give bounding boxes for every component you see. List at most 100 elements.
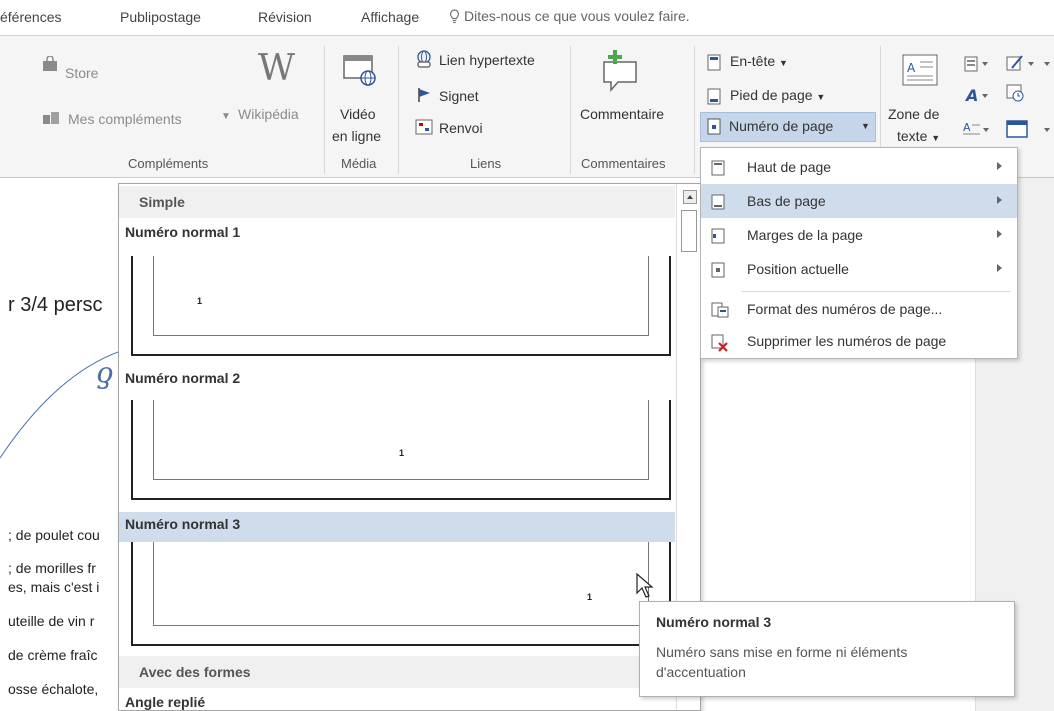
- page-preview-frame: [153, 400, 649, 480]
- gallery-tooltip: Numéro normal 3 Numéro sans mise en form…: [639, 601, 1015, 697]
- page-number-gallery: Simple Numéro normal 1 1 Numéro normal 2…: [118, 183, 701, 711]
- en-tete-label: En-tête: [730, 53, 776, 69]
- chevron-right-icon: [997, 230, 1002, 238]
- gallery-section-simple: Simple: [119, 186, 675, 218]
- scroll-thumb[interactable]: [681, 210, 697, 252]
- svg-text:A: A: [963, 121, 971, 134]
- renvoi-button[interactable]: Renvoi: [439, 120, 483, 136]
- document-line: ; de morilles fr: [8, 560, 96, 576]
- menu-item-label: Bas de page: [747, 193, 826, 209]
- mes-complements-button[interactable]: Mes compléments: [68, 111, 182, 127]
- page-number-preview: 1: [587, 592, 593, 602]
- video-en-ligne-button[interactable]: Vidéo: [340, 106, 376, 122]
- quick-parts-icon[interactable]: [964, 56, 992, 75]
- gallery-item-numero-normal-3[interactable]: 1: [131, 542, 671, 646]
- page-number-preview: 1: [197, 296, 203, 306]
- wordart-icon[interactable]: A: [964, 86, 992, 107]
- chevron-right-icon: [997, 196, 1002, 204]
- gallery-item-numero-normal-2[interactable]: 1: [131, 400, 671, 500]
- zone-de-texte-line2: texte ▼: [897, 128, 940, 144]
- store-button[interactable]: Store: [65, 65, 98, 81]
- page-number-preview: 1: [399, 448, 405, 458]
- signature-line-icon[interactable]: [1006, 54, 1052, 75]
- menu-item-bas-de-page[interactable]: Bas de page: [701, 184, 1017, 218]
- tab-revision[interactable]: Révision: [258, 9, 312, 25]
- chevron-right-icon: [997, 162, 1002, 170]
- chevron-down-icon: ▼: [221, 111, 231, 122]
- chevron-down-icon: ▼: [861, 121, 870, 131]
- video-en-ligne-line2: en ligne: [332, 128, 382, 144]
- page-preview-frame: [153, 256, 649, 336]
- menu-item-label: Haut de page: [747, 159, 832, 175]
- gallery-item-label: Numéro normal 2: [125, 370, 241, 386]
- menu-item-label: Position actuelle: [747, 261, 849, 277]
- ribbon-tabs: éférences Publipostage Révision Affichag…: [0, 0, 1054, 36]
- page-margins-icon: [711, 228, 725, 244]
- numero-de-page-label: Numéro de page: [729, 118, 834, 134]
- signet-button[interactable]: Signet: [439, 88, 479, 104]
- gallery-section-formes: Avec des formes: [119, 656, 675, 688]
- addins-icon: [42, 111, 60, 128]
- zone-de-texte-label2: texte: [897, 128, 928, 144]
- menu-item-format-numeros[interactable]: Format des numéros de page...: [701, 292, 1017, 326]
- header-page-icon: [711, 160, 725, 176]
- svg-text:A: A: [907, 61, 916, 75]
- wikipedia-icon: W: [258, 48, 296, 89]
- date-time-icon[interactable]: [1006, 84, 1024, 105]
- menu-item-haut-de-page[interactable]: Haut de page: [701, 150, 1017, 184]
- document-heading: r 3/4 persc: [8, 294, 103, 316]
- tell-me-box[interactable]: Dites-nous ce que vous voulez faire.: [449, 8, 690, 27]
- object-icon[interactable]: [1006, 120, 1052, 141]
- drop-cap-icon[interactable]: A: [962, 120, 992, 141]
- tab-references[interactable]: éférences: [0, 9, 61, 25]
- gallery-item-label: Numéro normal 3: [125, 516, 241, 532]
- group-label-complements: Compléments: [128, 156, 209, 171]
- numero-de-page-menu: Haut de page Bas de page Marges de la pa…: [700, 147, 1018, 359]
- scroll-up-button[interactable]: [683, 190, 697, 204]
- pied-de-page-button[interactable]: Pied de page ▼: [730, 87, 825, 103]
- menu-item-label: Marges de la page: [747, 227, 863, 243]
- menu-item-marges-de-la-page[interactable]: Marges de la page: [701, 218, 1017, 252]
- tab-publipostage[interactable]: Publipostage: [120, 9, 201, 25]
- bookmark-flag-icon: [417, 87, 431, 106]
- pied-de-page-label: Pied de page: [730, 87, 813, 103]
- numero-de-page-button[interactable]: Numéro de page ▼: [700, 112, 876, 142]
- menu-item-position-actuelle[interactable]: Position actuelle: [701, 252, 1017, 286]
- delete-page-numbers-icon: [711, 334, 729, 352]
- document-line: uteille de vin r: [8, 613, 95, 629]
- document-line: ; de poulet cou: [8, 527, 100, 543]
- footer-page-icon: [707, 88, 721, 108]
- gallery-item-label: Angle replié: [125, 694, 206, 710]
- tooltip-title: Numéro normal 3: [656, 614, 772, 630]
- menu-item-supprimer-numeros[interactable]: Supprimer les numéros de page: [701, 324, 1017, 358]
- group-divider: [570, 46, 571, 174]
- hyperlink-icon: [415, 50, 433, 71]
- zone-de-texte-button[interactable]: Zone de: [888, 106, 939, 122]
- commentaire-button[interactable]: Commentaire: [580, 106, 664, 122]
- lightbulb-icon: [449, 9, 460, 27]
- header-page-icon: [707, 54, 721, 74]
- svg-text:A: A: [964, 86, 978, 104]
- footer-page-icon: [711, 194, 725, 210]
- lien-hypertexte-button[interactable]: Lien hypertexte: [439, 52, 535, 68]
- group-label-commentaires: Commentaires: [581, 156, 666, 171]
- document-line: de crème fraîc: [8, 647, 98, 663]
- gallery-item-label: Numéro normal 1: [125, 224, 241, 240]
- group-divider: [398, 46, 399, 174]
- gallery-item-numero-normal-1[interactable]: 1: [131, 256, 671, 356]
- chevron-down-icon: ▼: [816, 92, 826, 102]
- store-icon: [42, 55, 58, 75]
- tell-me-text: Dites-nous ce que vous voulez faire.: [464, 8, 690, 24]
- decorative-arc: [0, 347, 130, 459]
- en-tete-button[interactable]: En-tête ▼: [730, 53, 788, 69]
- page-preview-frame: [153, 542, 649, 626]
- wikipedia-button[interactable]: Wikipédia: [238, 106, 299, 122]
- text-box-icon: A: [902, 54, 938, 89]
- group-divider: [324, 46, 325, 174]
- chevron-down-icon: ▼: [779, 58, 788, 68]
- cross-reference-icon: [415, 119, 433, 138]
- menu-item-label: Supprimer les numéros de page: [747, 333, 947, 349]
- current-position-icon: [711, 262, 725, 278]
- new-comment-icon: [600, 48, 640, 95]
- tab-affichage[interactable]: Affichage: [361, 9, 419, 25]
